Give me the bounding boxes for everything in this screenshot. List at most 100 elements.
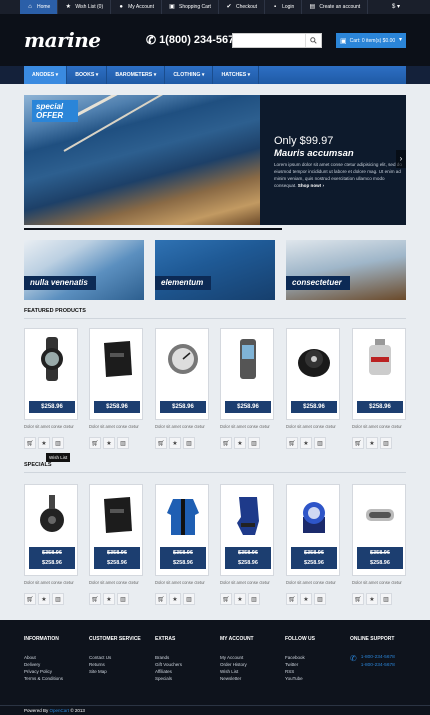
add-to-cart-button[interactable]: 🛒︎ [286,437,298,449]
promo-tile[interactable]: consectetuer [286,240,406,300]
product-image-box[interactable]: $358.96 $258.96 [220,484,274,576]
add-to-cart-button[interactable]: 🛒︎ [155,593,167,605]
top-link-cart[interactable]: ▣ Shopping Cart [162,0,219,14]
compare-button[interactable]: ▥ [314,593,326,605]
top-link-login[interactable]: ▪ Login [265,0,303,14]
footer-link[interactable]: Gift Vouchers [155,661,215,668]
footer-link[interactable]: My Account [220,654,280,661]
footer-link[interactable]: Contact Us [89,654,149,661]
product-description[interactable]: Dolor sit amet conse ctetur [352,424,406,429]
compare-button[interactable]: ▥ [314,437,326,449]
search-icon[interactable] [305,34,321,47]
footer-link[interactable]: Terms & Conditions [24,675,84,682]
wishlist-button[interactable]: ★ [103,593,115,605]
add-to-cart-button[interactable]: 🛒︎ [155,437,167,449]
product-description[interactable]: Dolor sit amet conse ctetur [89,580,143,585]
footer-link[interactable]: Site Map [89,668,149,675]
product-description[interactable]: Dolor sit amet conse ctetur [155,424,209,429]
product-description[interactable]: Dolor sit amet conse ctetur [286,580,340,585]
wishlist-button[interactable]: ★ [234,437,246,449]
shop-now-link[interactable]: Shop now! › [298,183,324,188]
footer-link[interactable]: Twitter [285,661,345,668]
compare-button[interactable]: ▥ [52,593,64,605]
nav-item-hatches[interactable]: Hatches ▾ [213,66,260,84]
add-to-cart-button[interactable]: 🛒︎ [220,437,232,449]
footer-link[interactable]: Delivery [24,661,84,668]
wishlist-button[interactable]: ★ [38,593,50,605]
footer-link[interactable]: Newsletter [220,675,280,682]
add-to-cart-button[interactable]: 🛒︎ [286,593,298,605]
add-to-cart-button[interactable]: 🛒︎ [24,593,36,605]
search-input[interactable] [233,34,305,47]
product-description[interactable]: Dolor sit amet conse ctetur [155,580,209,585]
footer-link[interactable]: RSS [285,668,345,675]
footer-link[interactable]: YouTube [285,675,345,682]
add-to-cart-button[interactable]: 🛒︎ [352,593,364,605]
product-description[interactable]: Dolor sit amet conse ctetur [352,580,406,585]
footer-link[interactable]: Returns [89,661,149,668]
compare-button[interactable]: ▥ [380,593,392,605]
promo-tile[interactable]: elementum [155,240,275,300]
compare-button[interactable]: ▥ [183,437,195,449]
product-image-box[interactable]: $358.96 $258.96 [286,484,340,576]
compare-button[interactable]: ▥ [248,437,260,449]
top-link-checkout[interactable]: ✔ Checkout [219,0,266,14]
logo[interactable]: marine [24,28,101,52]
banner-next-arrow[interactable]: › [396,150,406,168]
nav-item-barometers[interactable]: Barometers ▾ [107,66,166,84]
add-to-cart-button[interactable]: 🛒︎ [220,593,232,605]
product-image-box[interactable]: $358.96 $258.96 [352,484,406,576]
add-to-cart-button[interactable]: 🛒︎ [89,593,101,605]
add-to-cart-button[interactable]: 🛒︎ [352,437,364,449]
hero-banner[interactable]: special OFFER Only $99.97 Mauris accumsan… [24,95,406,225]
nav-item-anodes[interactable]: Anodes ▾ [24,66,68,84]
footer-link[interactable]: About [24,654,84,661]
product-description[interactable]: Dolor sit amet conse ctetur [220,580,274,585]
footer-link[interactable]: Specials [155,675,215,682]
wishlist-button[interactable]: ★ [366,593,378,605]
product-image-box[interactable]: $358.96 $258.96 [89,484,143,576]
add-to-cart-button[interactable]: 🛒︎ [24,437,36,449]
top-link-wishlist[interactable]: ★ Wish List (0) [58,0,112,14]
nav-item-books[interactable]: Books ▾ [67,66,108,84]
wishlist-button[interactable]: ★ [300,437,312,449]
add-to-cart-button[interactable]: 🛒︎ [89,437,101,449]
footer-link[interactable]: Wish List [220,668,280,675]
compare-button[interactable]: ▥ [248,593,260,605]
product-image-box[interactable]: $258.96 [352,328,406,420]
wishlist-button[interactable]: ★ [169,437,181,449]
compare-button[interactable]: ▥ [52,437,64,449]
product-image-box[interactable]: $258.96 [24,328,78,420]
wishlist-button[interactable]: ★ [38,437,50,449]
wishlist-button[interactable]: ★ [103,437,115,449]
compare-button[interactable]: ▥ [380,437,392,449]
compare-button[interactable]: ▥ [117,437,129,449]
top-link-home[interactable]: ⌂ Home [20,0,59,14]
wishlist-button[interactable]: ★ [300,593,312,605]
footer-link[interactable]: Privacy Policy [24,668,84,675]
promo-tile[interactable]: nulla venenatis [24,240,144,300]
footer-link[interactable]: Facebook [285,654,345,661]
opencart-link[interactable]: OpenCart [50,708,70,713]
product-description[interactable]: Dolor sit amet conse ctetur [24,424,78,429]
product-description[interactable]: Dolor sit amet conse ctetur [286,424,340,429]
wishlist-button[interactable]: ★ [234,593,246,605]
product-description[interactable]: Dolor sit amet conse ctetur [24,580,78,585]
product-description[interactable]: Dolor sit amet conse ctetur [89,424,143,429]
compare-button[interactable]: ▥ [117,593,129,605]
product-image-box[interactable]: $358.96 $258.96 [155,484,209,576]
product-image-box[interactable]: $258.96 [155,328,209,420]
wishlist-button[interactable]: ★ [366,437,378,449]
nav-item-clothing[interactable]: Clothing ▾ [165,66,214,84]
product-image-box[interactable]: $358.96 $258.96 [24,484,78,576]
footer-link[interactable]: Order History [220,661,280,668]
product-description[interactable]: Dolor sit amet conse ctetur [220,424,274,429]
footer-link[interactable]: Affiliates [155,668,215,675]
currency-selector[interactable]: $ ▾ [392,0,400,14]
compare-button[interactable]: ▥ [183,593,195,605]
top-link-account[interactable]: ● My Account [111,0,162,14]
product-image-box[interactable]: $258.96 [220,328,274,420]
product-image-box[interactable]: $258.96 [286,328,340,420]
top-link-register[interactable]: ▤ Create an account [302,0,369,14]
wishlist-button[interactable]: ★ [169,593,181,605]
